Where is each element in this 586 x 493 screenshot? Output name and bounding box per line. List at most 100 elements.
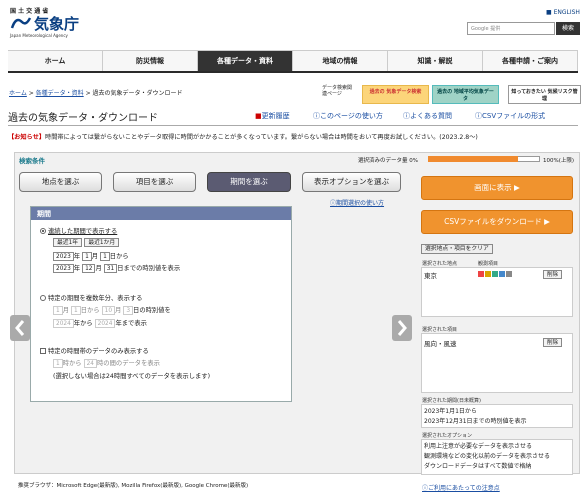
multi-to-month-select[interactable]: 10 [101,305,116,315]
how-to-use-label: このページの使い方 [320,112,383,120]
select-period-button[interactable]: 期間を選ぶ [207,172,291,192]
from-hour-select[interactable]: 1 [53,358,63,368]
selected-option-2: 観測環境などの変化以前のデータを表示させる [424,453,551,460]
to-date-row: 2023 年 12 月 31 日までの時別値を表示 [53,263,180,273]
regional-average-banner[interactable]: 過去の 地域平均気象データ [432,85,499,104]
continuous-period-radio[interactable] [40,228,46,234]
sun-icon [478,271,484,277]
time-range-option[interactable]: 特定の時間帯のデータのみ表示する [40,346,149,355]
breadcrumb-data[interactable]: 各種データ・資料 [36,90,84,97]
clear-selection-button[interactable]: 選択地点・項目をクリア [421,244,493,254]
time-range-row: 1 時から 24 時の間のデータを表示 [53,358,160,368]
multi-to-day-select[interactable]: 3 [123,305,134,315]
multi-suffix: 日の時別値を [133,307,171,314]
data-quantity-fill [428,156,518,162]
continuous-period-option[interactable]: 連続した期間で表示する [40,226,117,235]
unit-hour-from: 時から [62,360,82,367]
period-heading: 期間 [31,207,291,220]
notice-text: 時間帯によっては繋がらないことやデータ取得に時間がかかることが多くなっています。… [45,134,478,141]
nav-region[interactable]: 地域の情報 [293,51,388,71]
multi-to-year-select[interactable]: 2024 [94,318,116,328]
data-quantity-max: 100%(上限) [543,158,575,164]
delete-item-button[interactable]: 削除 [543,338,563,347]
selected-station: 東京 [424,272,437,280]
nav-knowledge[interactable]: 知識・解説 [388,51,483,71]
select-station-button[interactable]: 地点を選ぶ [19,172,102,192]
unit-month: 月 [115,307,122,314]
related-pages-label: データ検索関連ページ [322,85,353,97]
csv-download-button[interactable]: CSVファイルをダウンロード ▶ [421,210,573,234]
selected-period-from: 2023年1月1日から [424,408,477,415]
global-nav: ホーム 防災情報 各種データ・資料 地域の情報 知識・解説 各種申請・ご案内 [8,50,578,73]
show-on-screen-button[interactable]: 画面に表示 ▶ [421,176,573,200]
multi-year-range-row: 1月 1 日から 10 月 3 日の時別値を [53,305,171,315]
multi-from-year-select[interactable]: 2024 [53,318,74,328]
from-suffix: 日から [109,253,129,260]
multi-year-option[interactable]: 特定の期間を複数年分、表示する [40,293,142,302]
csv-format-link[interactable]: ⓘCSVファイルの形式 [475,111,545,121]
notice: 【お知らせ】時間帯によっては繋がらないことやデータ取得に時間がかかることが多くな… [8,132,478,141]
search-button[interactable]: 検索 [556,22,580,35]
nav-applications[interactable]: 各種申請・ご案内 [483,51,578,71]
breadcrumb-home[interactable]: ホーム [9,90,27,97]
unit-year: 年 [73,253,81,260]
nav-disaster[interactable]: 防災情報 [103,51,198,71]
select-item-button[interactable]: 項目を選ぶ [113,172,196,192]
from-month-select[interactable]: 1 [82,251,92,261]
selected-option-3: ダウンロードデータはすべて数値で格納 [424,463,532,470]
last-year-button[interactable]: 最近1年 [53,238,83,247]
past-weather-search-banner[interactable]: 過去の 気象データ検索 [362,85,429,104]
faq-label: よくある質問 [410,112,452,120]
time-range-label: 特定の時間帯のデータのみ表示する [48,348,149,355]
page-title: 過去の気象データ・ダウンロード [8,113,158,124]
search-input[interactable]: Google 提供 [467,22,555,35]
observation-item-icons [478,270,513,278]
search-conditions-heading: 検索条件 [19,157,45,165]
multi-year-radio[interactable] [40,295,46,301]
from-day-select[interactable]: 1 [100,251,110,261]
time-range-suffix: 時の間のデータを表示 [97,360,160,367]
to-hour-select[interactable]: 24 [83,358,97,368]
unit-month: 月 [91,253,99,260]
quick-buttons: 最近1年 最近1か月 [53,238,120,247]
unit-year: 年 [73,265,81,272]
delete-station-button[interactable]: 削除 [543,270,563,279]
how-to-use-link[interactable]: ⓘこのページの使い方 [313,111,383,121]
update-history-label: 更新履歴 [261,112,290,120]
caution-link[interactable]: ⓘご利用にあたっての注意点 [422,483,500,492]
caution-label: ご利用にあたっての注意点 [428,485,500,492]
select-options-button[interactable]: 表示オプションを選ぶ [302,172,401,192]
to-month-select[interactable]: 12 [82,263,96,273]
english-link[interactable]: ■ ENGLISH [546,9,580,16]
faq-link[interactable]: ⓘよくある質問 [403,111,452,121]
multi-from-day-select[interactable]: 1 [71,305,81,315]
next-step-arrow[interactable] [392,315,412,341]
selected-option-1: 利用上注意が必要なデータを表示させる [424,443,533,450]
english-link-label: ENGLISH [553,9,580,16]
to-suffix: 日までの時別値を表示 [117,265,181,272]
nav-home[interactable]: ホーム [8,51,103,71]
climate-risk-banner[interactable]: 知っておきたい 気候リスク管理 [508,85,581,104]
update-history-link[interactable]: ■更新履歴 [255,111,290,121]
nav-data[interactable]: 各種データ・資料 [198,51,293,71]
to-year-select[interactable]: 2023 [53,263,74,273]
from-year-select[interactable]: 2023 [53,251,74,261]
continuous-period-label: 連続した期間で表示する [48,228,118,235]
selected-period-to: 2023年12月31日までの時別値を表示 [424,418,527,425]
unit-from: 日から [80,307,100,314]
last-month-button[interactable]: 最近1か月 [84,238,120,247]
divider [8,125,578,126]
period-help-link[interactable]: ⓘ期間選択の使い方 [330,198,384,207]
to-day-select[interactable]: 31 [103,263,118,273]
unit-month: 月 [95,265,102,272]
selected-item: 風向・風速 [424,340,457,348]
site-name[interactable]: 気象庁 [34,13,79,34]
multi-from-month-select[interactable]: 1 [53,305,63,315]
notice-tag: 【お知らせ】 [8,134,46,141]
multi-year-label: 特定の期間を複数年分、表示する [48,295,143,302]
jma-logo-icon [10,17,32,29]
observation-items-heading: 観測項目 [478,261,499,267]
selected-stations-heading: 選択された地点 [422,261,458,267]
time-range-checkbox[interactable] [40,348,46,354]
prev-step-arrow[interactable] [10,315,30,341]
